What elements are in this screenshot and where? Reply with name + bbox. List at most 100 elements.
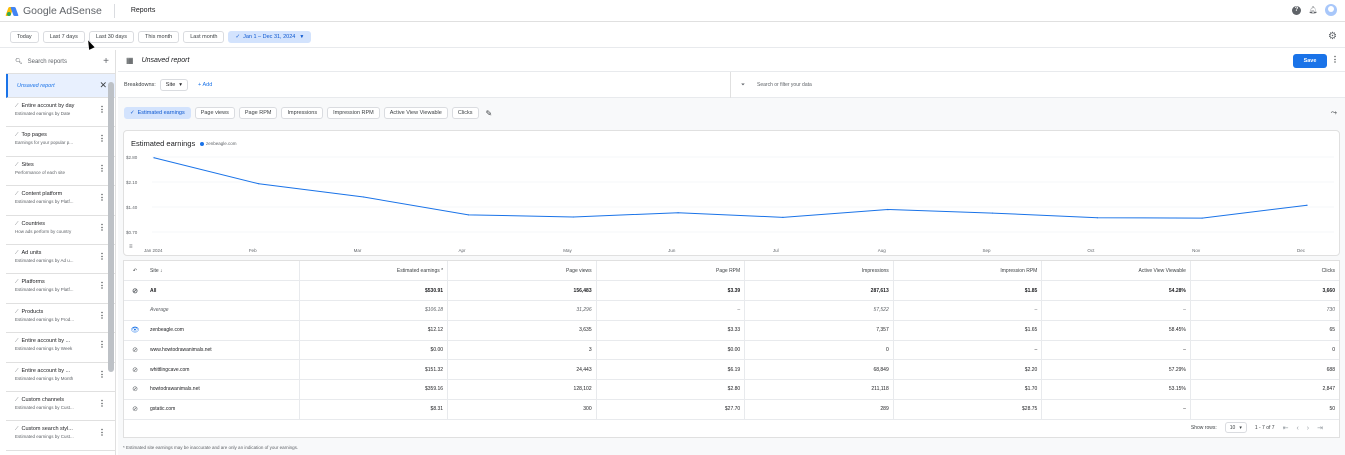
pagination-nav[interactable]: ⇤‹›⇥ <box>1283 424 1331 432</box>
data-point[interactable] <box>258 183 260 185</box>
table-cell: 156,483 <box>447 280 597 301</box>
first-page-icon[interactable]: ⇤ <box>1283 425 1297 432</box>
data-point[interactable] <box>153 157 155 159</box>
more-vert-icon[interactable]: ⋮ <box>98 399 106 407</box>
data-point[interactable] <box>782 216 784 218</box>
sidebar-item-report[interactable]: ⟋ Countries How ads perform by country ⋮ <box>6 216 115 245</box>
column-header-active-view-viewable[interactable]: Active View Viewable <box>1041 261 1191 282</box>
metric-page-rpm[interactable]: Page RPM <box>238 107 278 119</box>
data-point[interactable] <box>363 196 365 198</box>
add-breakdown-button[interactable]: + Add <box>198 82 212 88</box>
chart-menu-icon[interactable]: ≡ <box>129 244 133 250</box>
last-page-icon[interactable]: ⇥ <box>1317 425 1331 432</box>
chip-last-30-days[interactable]: Last 30 days <box>88 30 135 43</box>
table-cell: 53.15% <box>1041 379 1191 400</box>
sidebar-item-report[interactable]: ⟋ Custom channels Estimated earnings by Cu… <box>6 392 115 422</box>
close-icon[interactable]: ✕ <box>99 80 107 91</box>
sidebar-item-report[interactable]: ⟋ Top pages Earnings for your popular p...… <box>6 127 115 157</box>
undo-icon[interactable]: ↶ <box>124 261 146 282</box>
visibility-on-icon[interactable]: 👁︎ <box>124 320 146 341</box>
report-title[interactable]: Unsaved report <box>142 57 190 64</box>
data-point[interactable] <box>1096 217 1098 219</box>
filter-input[interactable]: ⏷ Search or filter your data <box>730 72 1345 98</box>
date-range-picker[interactable]: ✓ Jan 1 – Dec 31, 2024 ▼ <box>228 30 312 43</box>
metric-active-view-viewable[interactable]: Active View Viewable <box>383 107 448 119</box>
more-vert-icon[interactable]: ⋮ <box>1331 55 1339 64</box>
metric-impressions[interactable]: Impressions <box>281 107 324 119</box>
apps-grid-icon[interactable]: ▦ <box>126 56 134 65</box>
column-header-estimated-earnings[interactable]: Estimated earnings * <box>299 261 449 282</box>
check-icon: ✓ <box>130 110 135 116</box>
notifications-bell-icon[interactable]: 🔔︎ <box>1308 5 1318 15</box>
more-vert-icon[interactable]: ⋮ <box>98 194 106 202</box>
dropdown-arrow-icon: ▾ <box>179 81 183 88</box>
more-vert-icon[interactable]: ⋮ <box>98 164 106 172</box>
data-point[interactable] <box>991 212 994 214</box>
prev-page-icon[interactable]: ‹ <box>1296 425 1306 432</box>
sidebar-item-report[interactable]: ⟋ Entire account by ... Estimated earnings… <box>6 333 115 363</box>
settings-gear-icon[interactable]: ⚙ <box>1328 31 1337 42</box>
series-line-zenbeagle[interactable] <box>153 157 1308 219</box>
trend-toggle-icon[interactable]: ⤳ <box>1331 108 1337 118</box>
sidebar-item-report[interactable]: ⟋ Custom search styl... Estimated earnings… <box>6 421 115 451</box>
breakdown-site-dropdown[interactable]: Site ▾ <box>159 78 189 91</box>
next-page-icon[interactable]: › <box>1307 425 1317 432</box>
metric-clicks[interactable]: Clicks <box>451 107 479 119</box>
sidebar-item-report[interactable]: ⟋ Entire account by ... Estimated earnings… <box>6 363 115 392</box>
table-cell: 58.45% <box>1041 320 1191 341</box>
edit-pencil-icon[interactable]: ✎ <box>486 109 493 118</box>
more-vert-icon[interactable]: ⋮ <box>98 311 106 319</box>
sidebar-item-report[interactable]: ⟋ Ad units Estimated earnings by Ad u... ⋮ <box>6 245 115 275</box>
more-vert-icon[interactable]: ⋮ <box>98 429 106 437</box>
column-header-impressions[interactable]: Impressions <box>744 261 894 282</box>
data-point[interactable] <box>572 216 574 218</box>
visibility-off-icon[interactable]: ⊘ <box>124 280 146 301</box>
more-vert-icon[interactable]: ⋮ <box>98 341 106 349</box>
more-vert-icon[interactable]: ⋮ <box>98 223 106 231</box>
more-vert-icon[interactable]: ⋮ <box>98 106 106 114</box>
help-icon[interactable]: ? <box>1292 5 1301 15</box>
chip-last-7-days[interactable]: Last 7 days <box>42 30 85 43</box>
metric-estimated-earnings[interactable]: ✓ Estimated earnings <box>124 107 191 119</box>
column-header-site[interactable]: Site ↓ <box>146 261 300 282</box>
column-header-clicks[interactable]: Clicks <box>1190 261 1339 282</box>
date-range-bar: Today Last 7 days Last 30 days This mont… <box>0 26 1345 48</box>
more-vert-icon[interactable]: ⋮ <box>98 252 106 260</box>
more-vert-icon[interactable]: ⋮ <box>98 370 106 378</box>
table-pagination: Show rows: 10 ▾ 1 - 7 of 7 ⇤‹›⇥ <box>1191 418 1331 437</box>
chip-last-month[interactable]: Last month <box>183 30 225 43</box>
column-header-page-rpm[interactable]: Page RPM <box>596 261 746 282</box>
data-point[interactable] <box>677 212 679 214</box>
visibility-off-icon[interactable]: ⊘ <box>124 399 146 420</box>
metric-page-views[interactable]: Page views <box>194 107 235 119</box>
visibility-off-icon[interactable]: ⊘ <box>124 379 146 400</box>
column-header-page-views[interactable]: Page views <box>447 261 597 282</box>
data-point[interactable] <box>1306 204 1308 206</box>
rows-per-page-select[interactable]: 10 ▾ <box>1224 422 1247 433</box>
sidebar-item-report[interactable]: ⟋ Entire account by day Estimated earnings… <box>6 98 115 128</box>
sidebar-item-report[interactable]: ⟋ Content platform Estimated earnings by P… <box>6 186 115 216</box>
table-row: ⊘ All $530.91 156,483 $3.39 287,613 $1.85 54.28… <box>124 280 1339 301</box>
more-vert-icon[interactable]: ⋮ <box>98 135 106 143</box>
add-report-icon[interactable]: + <box>103 56 109 67</box>
sidebar-item-unsaved-report[interactable]: Unsaved report ✕ <box>6 74 115 98</box>
metric-impression-rpm[interactable]: Impression RPM <box>327 107 380 119</box>
save-button[interactable]: Save <box>1293 54 1327 68</box>
search-reports[interactable]: 🔍︎ Search reports + <box>6 50 115 74</box>
chip-today[interactable]: Today <box>10 30 39 43</box>
data-point[interactable] <box>887 208 889 211</box>
adsense-logo[interactable]: Google AdSense <box>5 5 102 17</box>
column-header-impression-rpm[interactable]: Impression RPM <box>893 261 1043 282</box>
data-point[interactable] <box>467 214 470 216</box>
data-point[interactable] <box>1201 217 1203 219</box>
avatar[interactable] <box>1325 4 1337 16</box>
chip-this-month[interactable]: This month <box>138 30 180 43</box>
sidebar-scrollbar[interactable] <box>108 82 114 372</box>
rows-per-page-value: 10 <box>1229 424 1236 431</box>
sidebar-item-report[interactable]: ⟋ Products Estimated earnings by Prod... ⋮ <box>6 304 115 334</box>
visibility-off-icon[interactable]: ⊘ <box>124 359 146 380</box>
sidebar-item-report[interactable]: ⟋ Sites Performance of each site ⋮ <box>6 157 115 187</box>
sidebar-item-report[interactable]: ⟋ Platforms Estimated earnings by Platf...… <box>6 274 115 304</box>
visibility-off-icon[interactable]: ⊘ <box>124 340 146 361</box>
more-vert-icon[interactable]: ⋮ <box>98 282 106 290</box>
